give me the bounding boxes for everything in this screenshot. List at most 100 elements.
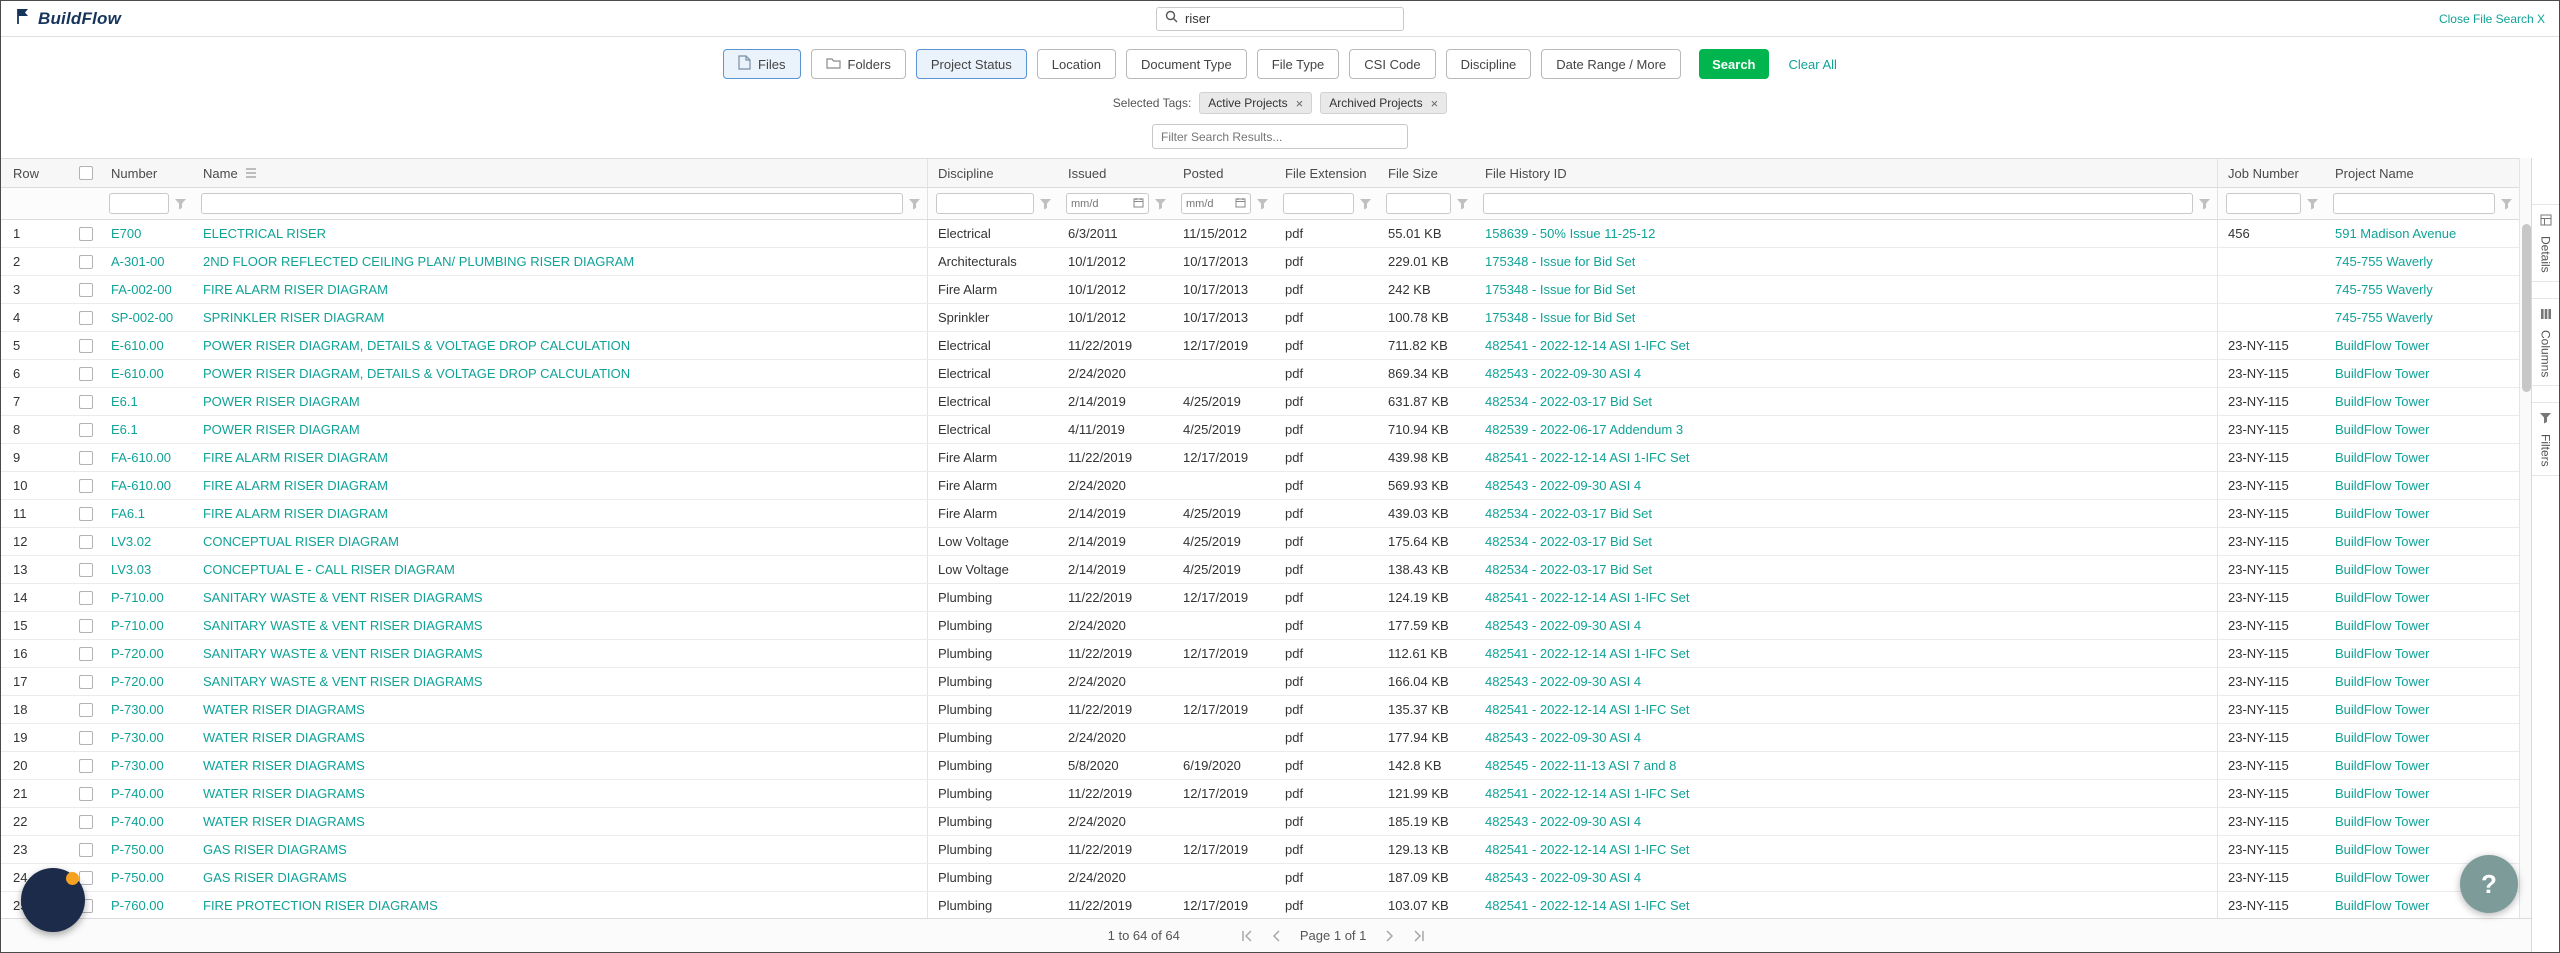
calendar-icon[interactable] [1235, 195, 1246, 213]
file-history-link[interactable]: 482541 - 2022-12-14 ASI 1-IFC Set [1485, 338, 1690, 353]
col-header-file-size[interactable]: File Size [1378, 159, 1475, 187]
file-number-link[interactable]: P-710.00 [111, 618, 164, 633]
next-page-button[interactable] [1382, 929, 1396, 943]
discipline-button[interactable]: Discipline [1445, 49, 1532, 79]
table-row[interactable]: 18 P-730.00 WATER RISER DIAGRAMS Plumbin… [1, 696, 2519, 724]
table-row[interactable]: 14 P-710.00 SANITARY WASTE & VENT RISER … [1, 584, 2519, 612]
col-header-row[interactable]: Row [1, 159, 71, 187]
file-number-link[interactable]: FA-610.00 [111, 450, 171, 465]
row-checkbox[interactable] [79, 646, 93, 661]
filter-funnel-icon[interactable] [174, 198, 187, 210]
table-row[interactable]: 23 P-750.00 GAS RISER DIAGRAMS Plumbing … [1, 836, 2519, 864]
filter-job-number-input[interactable] [2226, 193, 2301, 214]
file-history-link[interactable]: 482543 - 2022-09-30 ASI 4 [1485, 366, 1641, 381]
file-number-link[interactable]: P-740.00 [111, 814, 164, 829]
file-history-link[interactable]: 175348 - Issue for Bid Set [1485, 254, 1635, 269]
file-name-link[interactable]: SANITARY WASTE & VENT RISER DIAGRAMS [203, 590, 483, 605]
col-header-discipline[interactable]: Discipline [928, 159, 1058, 187]
file-history-link[interactable]: 482543 - 2022-09-30 ASI 4 [1485, 870, 1641, 885]
file-name-link[interactable]: FIRE ALARM RISER DIAGRAM [203, 478, 388, 493]
file-name-link[interactable]: WATER RISER DIAGRAMS [203, 730, 365, 745]
project-name-link[interactable]: BuildFlow Tower [2335, 562, 2429, 577]
row-checkbox[interactable] [79, 702, 93, 717]
file-history-link[interactable]: 482541 - 2022-12-14 ASI 1-IFC Set [1485, 702, 1690, 717]
col-header-file-extension[interactable]: File Extension [1275, 159, 1378, 187]
file-number-link[interactable]: P-730.00 [111, 730, 164, 745]
row-checkbox[interactable] [79, 422, 93, 437]
prev-page-button[interactable] [1270, 929, 1284, 943]
project-name-link[interactable]: BuildFlow Tower [2335, 786, 2429, 801]
file-history-link[interactable]: 482534 - 2022-03-17 Bid Set [1485, 534, 1652, 549]
col-header-job-number[interactable]: Job Number [2217, 159, 2325, 187]
filter-project-name-input[interactable] [2333, 193, 2495, 214]
file-number-link[interactable]: P-750.00 [111, 870, 164, 885]
project-name-link[interactable]: BuildFlow Tower [2335, 618, 2429, 633]
filter-discipline-input[interactable] [936, 193, 1034, 214]
row-checkbox[interactable] [79, 562, 93, 577]
filter-funnel-icon[interactable] [1456, 198, 1469, 210]
help-button[interactable]: ? [2460, 855, 2518, 913]
filter-funnel-icon[interactable] [1154, 198, 1167, 210]
side-tab-details[interactable]: Details [2532, 204, 2559, 282]
file-name-link[interactable]: WATER RISER DIAGRAMS [203, 786, 365, 801]
buildflow-logo[interactable]: BuildFlow [1, 7, 121, 30]
file-number-link[interactable]: E6.1 [111, 394, 138, 409]
file-name-link[interactable]: POWER RISER DIAGRAM, DETAILS & VOLTAGE D… [203, 338, 630, 353]
row-checkbox[interactable] [79, 506, 93, 521]
file-number-link[interactable]: E700 [111, 226, 141, 241]
row-checkbox[interactable] [79, 366, 93, 381]
col-header-file-history-id[interactable]: File History ID [1475, 159, 2217, 187]
file-history-link[interactable]: 175348 - Issue for Bid Set [1485, 282, 1635, 297]
row-checkbox[interactable] [79, 310, 93, 325]
search-button[interactable]: Search [1699, 49, 1769, 79]
filter-file-history-input[interactable] [1483, 193, 2193, 214]
last-page-button[interactable] [1412, 929, 1426, 943]
filter-funnel-icon[interactable] [2306, 198, 2319, 210]
row-checkbox[interactable] [79, 814, 93, 829]
file-name-link[interactable]: SANITARY WASTE & VENT RISER DIAGRAMS [203, 618, 483, 633]
table-row[interactable]: 12 LV3.02 CONCEPTUAL RISER DIAGRAM Low V… [1, 528, 2519, 556]
file-history-link[interactable]: 482543 - 2022-09-30 ASI 4 [1485, 730, 1641, 745]
project-name-link[interactable]: BuildFlow Tower [2335, 646, 2429, 661]
project-name-link[interactable]: BuildFlow Tower [2335, 814, 2429, 829]
row-checkbox[interactable] [79, 282, 93, 297]
file-number-link[interactable]: E-610.00 [111, 338, 164, 353]
file-number-link[interactable]: LV3.02 [111, 534, 151, 549]
row-checkbox[interactable] [79, 226, 93, 241]
project-name-link[interactable]: BuildFlow Tower [2335, 506, 2429, 521]
global-search[interactable] [1156, 6, 1404, 31]
table-row[interactable]: 1 E700 ELECTRICAL RISER Electrical 6/3/2… [1, 220, 2519, 248]
remove-tag-icon[interactable]: × [1431, 97, 1439, 110]
file-name-link[interactable]: CONCEPTUAL E - CALL RISER DIAGRAM [203, 562, 455, 577]
file-name-link[interactable]: GAS RISER DIAGRAMS [203, 870, 347, 885]
row-checkbox[interactable] [79, 394, 93, 409]
project-name-link[interactable]: BuildFlow Tower [2335, 674, 2429, 689]
table-row[interactable]: 17 P-720.00 SANITARY WASTE & VENT RISER … [1, 668, 2519, 696]
table-row[interactable]: 8 E6.1 POWER RISER DIAGRAM Electrical 4/… [1, 416, 2519, 444]
file-name-link[interactable]: FIRE ALARM RISER DIAGRAM [203, 282, 388, 297]
file-name-link[interactable]: POWER RISER DIAGRAM [203, 422, 360, 437]
file-number-link[interactable]: P-750.00 [111, 842, 164, 857]
project-name-link[interactable]: BuildFlow Tower [2335, 450, 2429, 465]
file-history-link[interactable]: 482541 - 2022-12-14 ASI 1-IFC Set [1485, 450, 1690, 465]
file-name-link[interactable]: CONCEPTUAL RISER DIAGRAM [203, 534, 399, 549]
file-number-link[interactable]: E6.1 [111, 422, 138, 437]
file-number-link[interactable]: FA-002-00 [111, 282, 172, 297]
table-row[interactable]: 11 FA6.1 FIRE ALARM RISER DIAGRAM Fire A… [1, 500, 2519, 528]
project-name-link[interactable]: BuildFlow Tower [2335, 338, 2429, 353]
filter-issued-date-input[interactable] [1071, 197, 1130, 210]
filter-funnel-icon[interactable] [1039, 198, 1052, 210]
project-name-link[interactable]: BuildFlow Tower [2335, 366, 2429, 381]
col-header-number[interactable]: Number [101, 159, 193, 187]
file-history-link[interactable]: 482534 - 2022-03-17 Bid Set [1485, 562, 1652, 577]
file-name-link[interactable]: GAS RISER DIAGRAMS [203, 842, 347, 857]
file-history-link[interactable]: 482534 - 2022-03-17 Bid Set [1485, 506, 1652, 521]
filter-posted-date-input[interactable] [1186, 197, 1232, 210]
file-name-link[interactable]: FIRE PROTECTION RISER DIAGRAMS [203, 898, 438, 913]
filter-file-extension-input[interactable] [1283, 193, 1354, 214]
project-status-button[interactable]: Project Status [915, 49, 1027, 79]
file-number-link[interactable]: P-730.00 [111, 758, 164, 773]
table-row[interactable]: 7 E6.1 POWER RISER DIAGRAM Electrical 2/… [1, 388, 2519, 416]
project-name-link[interactable]: BuildFlow Tower [2335, 758, 2429, 773]
file-history-link[interactable]: 482541 - 2022-12-14 ASI 1-IFC Set [1485, 590, 1690, 605]
